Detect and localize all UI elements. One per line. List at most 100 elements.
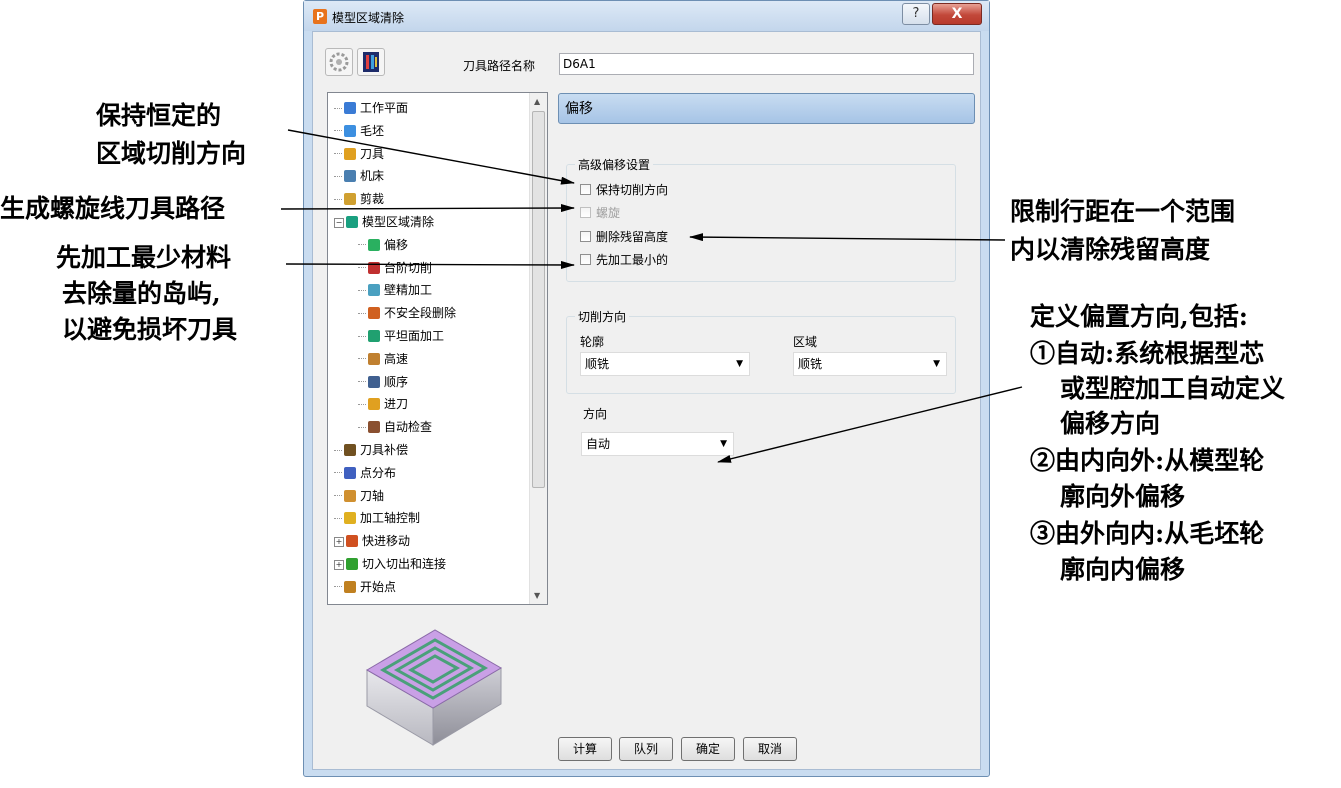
tree-item[interactable]: 偏移 bbox=[358, 234, 408, 256]
annotation-smallest-first-line3: 以避免损坏刀具 bbox=[62, 315, 238, 344]
advanced-offset-group: 高级偏移设置 保持切削方向 螺旋 删除残留高度 先加工最小的 bbox=[566, 156, 956, 282]
start-point-icon bbox=[344, 580, 356, 593]
tree-connector bbox=[334, 472, 342, 474]
advanced-offset-title: 高级偏移设置 bbox=[575, 156, 654, 173]
annotation-direction-line7: ③由外向内:从毛坯轮 bbox=[1030, 519, 1265, 548]
accept-button[interactable]: 确定 bbox=[681, 737, 735, 761]
tree-item[interactable]: 刀具 bbox=[334, 143, 384, 165]
tree-connector bbox=[334, 449, 342, 452]
tree-connector bbox=[358, 381, 366, 383]
strategy-tree[interactable]: 工作平面毛坯刀具机床 剪裁 − 模型区域清除偏移 台阶切削 壁精加工 不安全段删除 平坦面加工… bbox=[327, 92, 548, 605]
expand-icon[interactable]: + bbox=[334, 560, 344, 570]
tree-item[interactable]: 壁精加工 bbox=[358, 279, 432, 301]
cut-direction-group: 切削方向 轮廓 顺铣 ▼ 区域 顺铣 ▼ bbox=[566, 308, 956, 394]
checkbox-box[interactable] bbox=[580, 207, 591, 218]
leads-links-icon bbox=[346, 558, 358, 570]
profile-label: 轮廓 bbox=[580, 335, 605, 349]
remove-cusps-checkbox[interactable]: 删除残留高度 bbox=[580, 227, 668, 247]
expand-icon[interactable]: + bbox=[334, 537, 344, 548]
tree-item[interactable]: 加工轴控制 bbox=[334, 507, 420, 529]
tool-comp-icon bbox=[344, 444, 356, 456]
checkbox-box[interactable] bbox=[580, 184, 591, 195]
tree-item[interactable]: 高速 bbox=[358, 348, 408, 370]
window-title: 模型区域清除 bbox=[332, 11, 405, 25]
tree-scroll-thumb[interactable] bbox=[532, 111, 545, 488]
tree-item-label: 模型区域清除 bbox=[362, 215, 435, 229]
checkbox-box[interactable] bbox=[580, 231, 591, 242]
tree-item[interactable]: 进刀 bbox=[358, 393, 408, 415]
remove-cusps-label: 删除残留高度 bbox=[596, 230, 669, 244]
block-icon bbox=[344, 124, 356, 137]
tree-item[interactable]: + 快进移动 bbox=[334, 530, 410, 552]
area-direction-select[interactable]: 顺铣 ▼ bbox=[793, 352, 947, 376]
tree-scrollbar[interactable]: ▲ ▼ bbox=[529, 93, 547, 604]
annotation-keep-direction-line2: 区域切削方向 bbox=[96, 139, 247, 168]
tree-item-label: 开始点 bbox=[360, 579, 397, 594]
tree-item[interactable]: 刀具补偿 bbox=[334, 439, 408, 461]
scroll-down-icon[interactable]: ▼ bbox=[534, 591, 540, 600]
annotation-spiral: 生成螺旋线刀具路径 bbox=[0, 194, 226, 223]
tree-item[interactable]: 点分布 bbox=[334, 462, 396, 484]
tree-item-label: 自动检查 bbox=[384, 420, 433, 435]
profile-direction-select[interactable]: 顺铣 ▼ bbox=[580, 352, 750, 376]
tree-item[interactable]: 刀轴 bbox=[334, 485, 384, 507]
tree-item-label: 工作平面 bbox=[360, 101, 409, 115]
dialog-window: P 模型区域清除 ? X 刀具路径名称 D6A1 工作平面毛坯刀具机床 剪裁 − 模型… bbox=[303, 0, 990, 777]
dialog-body: 刀具路径名称 D6A1 工作平面 毛坯 刀具 机床 剪裁 − 模型区域清除 偏移 台阶切削 壁精加… bbox=[312, 31, 981, 770]
queue-button[interactable]: 队列 bbox=[619, 737, 673, 761]
toolpath-name-input[interactable]: D6A1 bbox=[559, 53, 974, 75]
section-header-offset: 偏移 bbox=[558, 93, 975, 124]
tree-item[interactable]: 平坦面加工 bbox=[358, 325, 444, 347]
tree-item-label: 毛坯 bbox=[360, 123, 385, 138]
smallest-first-label: 先加工最小的 bbox=[596, 253, 669, 267]
annotation-smallest-first-line1: 先加工最少材料 bbox=[56, 243, 232, 272]
keep-cut-direction-checkbox[interactable]: 保持切削方向 bbox=[580, 180, 668, 200]
help-button[interactable]: ? bbox=[902, 3, 930, 25]
tree-item[interactable]: 开始点 bbox=[334, 576, 396, 598]
tree-item-label: 加工轴控制 bbox=[360, 511, 421, 526]
order-icon bbox=[368, 375, 380, 388]
tree-item-label: 刀具补偿 bbox=[360, 443, 409, 457]
tree-connector bbox=[334, 517, 342, 520]
wall-finish-icon bbox=[368, 284, 380, 297]
app-icon: P bbox=[313, 9, 327, 24]
tree-item[interactable]: 剪裁 bbox=[334, 188, 384, 210]
tree-connector bbox=[334, 107, 342, 110]
cancel-button[interactable]: 取消 bbox=[743, 737, 797, 761]
point-dist-icon bbox=[344, 466, 356, 479]
tree-item[interactable]: 台阶切削 bbox=[358, 257, 432, 279]
annotation-direction-line5: ②由内向外:从模型轮 bbox=[1030, 446, 1265, 475]
tree-item[interactable]: − 模型区域清除 bbox=[334, 211, 434, 233]
tree-connector bbox=[358, 335, 366, 338]
tree-item[interactable]: 毛坯 bbox=[334, 120, 384, 142]
tree-item-label: 顺序 bbox=[384, 374, 409, 389]
annotation-direction-line4: 偏移方向 bbox=[1060, 409, 1161, 438]
tree-item[interactable]: 顺序 bbox=[358, 371, 408, 393]
tree-connector bbox=[358, 426, 366, 429]
tree-connector bbox=[358, 244, 366, 246]
tree-item[interactable]: 不安全段删除 bbox=[358, 302, 456, 324]
tree-item[interactable]: 工作平面 bbox=[334, 97, 408, 119]
toolpath-name-label: 刀具路径名称 bbox=[463, 59, 536, 73]
tree-connector bbox=[334, 153, 342, 155]
area-label: 区域 bbox=[793, 335, 818, 349]
scroll-up-icon[interactable]: ▲ bbox=[534, 97, 540, 106]
smallest-first-checkbox[interactable]: 先加工最小的 bbox=[580, 250, 668, 270]
annotation-direction-line8: 廓向内偏移 bbox=[1060, 555, 1186, 584]
tree-item[interactable]: 自动检查 bbox=[358, 416, 432, 438]
annotation-direction-line3: 或型腔加工自动定义 bbox=[1060, 374, 1286, 403]
offset-direction-select[interactable]: 自动 ▼ bbox=[581, 432, 734, 456]
close-button[interactable]: X bbox=[932, 3, 982, 25]
spiral-checkbox[interactable]: 螺旋 bbox=[580, 203, 620, 223]
calculate-button[interactable]: 计算 bbox=[558, 737, 612, 761]
tree-item[interactable]: 机床 bbox=[334, 165, 384, 187]
collapse-icon[interactable]: − bbox=[334, 218, 344, 228]
tree-item-label: 快进移动 bbox=[362, 534, 411, 549]
settings-gear-icon[interactable] bbox=[325, 48, 353, 76]
title-bar[interactable]: P 模型区域清除 ? X bbox=[304, 1, 989, 31]
toolpath-strategy-icon[interactable] bbox=[357, 48, 385, 76]
checkbox-box[interactable] bbox=[580, 254, 591, 265]
offset-preview-image bbox=[366, 629, 502, 746]
tree-item-label: 刀具 bbox=[360, 146, 385, 161]
tree-item[interactable]: + 切入切出和连接 bbox=[334, 553, 446, 575]
